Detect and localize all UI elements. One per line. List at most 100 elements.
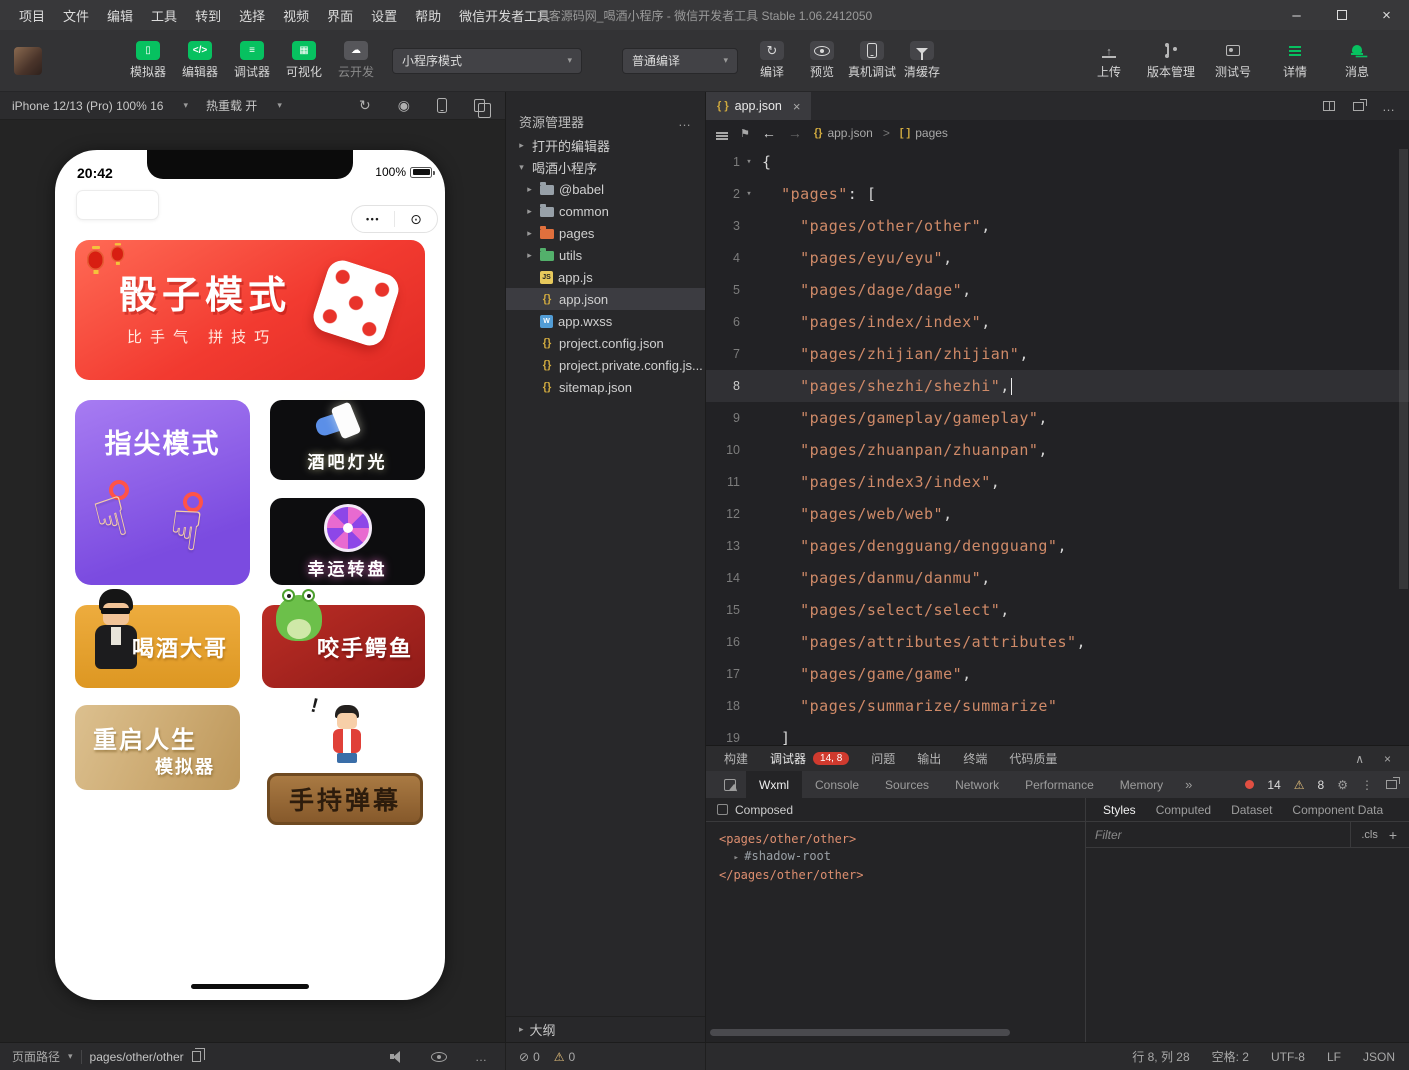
bookmark-icon[interactable]: ⚑	[740, 127, 750, 140]
eye-icon[interactable]	[431, 1052, 447, 1062]
status-item[interactable]: LF	[1327, 1050, 1341, 1064]
tree-item-common[interactable]: ▸common	[506, 200, 705, 222]
tree-item-project.config.json[interactable]: {}project.config.json	[506, 332, 705, 354]
toolbar-button-visual[interactable]: ▦可视化	[282, 41, 326, 80]
panel-tab-调试器[interactable]: 调试器14, 8	[770, 750, 849, 767]
forward-arrow-icon[interactable]: →	[788, 125, 802, 141]
code-line[interactable]: 9 "pages/gameplay/gameplay",	[706, 402, 1409, 434]
toolbar-button-debugger[interactable]: ≡调试器	[230, 41, 274, 80]
toolbar-button-preview[interactable]: 预览	[800, 41, 844, 80]
minimize-button[interactable]: –	[1274, 0, 1319, 30]
compile-select[interactable]: 普通编译 ▾	[622, 48, 738, 74]
record-icon[interactable]: ◉	[398, 97, 410, 114]
warning-count[interactable]: 8	[1318, 778, 1325, 792]
menubar-item[interactable]: 转到	[186, 6, 230, 25]
hot-reload-toggle[interactable]: 热重载 开 ▾	[206, 97, 282, 114]
composed-checkbox[interactable]	[717, 804, 728, 815]
status-item[interactable]: UTF-8	[1271, 1050, 1305, 1064]
code-line[interactable]: 19 ]	[706, 722, 1409, 745]
menubar-item[interactable]: 界面	[318, 6, 362, 25]
toolbar-button-editor[interactable]: </>编辑器	[178, 41, 222, 80]
tile-drinking-bro[interactable]: 喝酒大哥	[75, 605, 240, 688]
status-item[interactable]: 空格: 2	[1212, 1048, 1249, 1065]
menubar-item[interactable]: 编辑	[98, 6, 142, 25]
menubar-item[interactable]: 文件	[54, 6, 98, 25]
project-section[interactable]: ▾ 喝酒小程序	[506, 156, 705, 178]
add-style-icon[interactable]: +	[1386, 827, 1400, 843]
outline-list-icon[interactable]	[716, 132, 728, 134]
devtools-tab-wxml[interactable]: Wxml	[746, 771, 802, 798]
wxml-node[interactable]: </pages/other/other>	[719, 867, 1085, 884]
toolbar-button-upload[interactable]: 上传	[1083, 42, 1135, 80]
code-line[interactable]: 10 "pages/zhuanpan/zhuanpan",	[706, 434, 1409, 466]
page-path-label[interactable]: 页面路径	[12, 1048, 60, 1065]
close-button[interactable]: ×	[1364, 0, 1409, 30]
toolbar-button-device-debug[interactable]: 真机调试	[850, 41, 894, 80]
styles-tab-computed[interactable]: Computed	[1147, 803, 1220, 817]
tile-dice-mode[interactable]: 骰子模式 比手气 拼技巧	[75, 240, 425, 380]
tile-lucky-wheel[interactable]: 幸运转盘	[270, 498, 425, 585]
devtools-tab-memory[interactable]: Memory	[1107, 771, 1176, 798]
styles-tab-component-data[interactable]: Component Data	[1283, 803, 1392, 817]
maximize-button[interactable]	[1319, 0, 1364, 30]
devtools-tab-performance[interactable]: Performance	[1012, 771, 1107, 798]
menubar-item[interactable]: 帮助	[406, 6, 450, 25]
tile-restart-life[interactable]: 重启人生 模拟器	[75, 705, 240, 790]
tree-item-app.json[interactable]: {}app.json	[506, 288, 705, 310]
tree-item-app.wxss[interactable]: Wapp.wxss	[506, 310, 705, 332]
copy-icon[interactable]	[192, 1051, 201, 1062]
menubar-item[interactable]: 设置	[362, 6, 406, 25]
overflow-tabs-icon[interactable]: »	[1176, 777, 1201, 792]
statusbar-problems[interactable]: ⊘ 0 ⚠ 0	[505, 1043, 706, 1070]
tree-item-utils[interactable]: ▸utils	[506, 244, 705, 266]
multi-device-icon[interactable]	[474, 99, 485, 112]
back-arrow-icon[interactable]: ←	[762, 125, 776, 141]
code-line[interactable]: 8 "pages/shezhi/shezhi",	[706, 370, 1409, 402]
open-editors-section[interactable]: ▸ 打开的编辑器	[506, 134, 705, 156]
open-layout-icon[interactable]	[1353, 102, 1364, 111]
panel-tab-终端[interactable]: 终端	[963, 750, 987, 767]
panel-tab-代码质量[interactable]: 代码质量	[1009, 750, 1057, 767]
code-line[interactable]: 6 "pages/index/index",	[706, 306, 1409, 338]
tab-close-icon[interactable]: ×	[793, 99, 801, 114]
code-line[interactable]: 11 "pages/index3/index",	[706, 466, 1409, 498]
code-line[interactable]: 16 "pages/attributes/attributes",	[706, 626, 1409, 658]
close-panel-icon[interactable]: ×	[1384, 752, 1391, 766]
undock-icon[interactable]	[1386, 780, 1397, 789]
tile-handheld-danmu[interactable]: ! 手持弹幕	[265, 695, 427, 827]
toolbar-button-simulator[interactable]: ▯模拟器	[126, 41, 170, 80]
capsule-menu-icon[interactable]: •••	[352, 214, 394, 224]
wxml-node[interactable]: ▸ #shadow-root	[719, 848, 1085, 867]
breadcrumb-item[interactable]: {}app.json	[814, 126, 873, 140]
toolbar-button-details[interactable]: 详情	[1269, 42, 1321, 80]
tile-crocodile[interactable]: 咬手鳄鱼	[262, 605, 425, 688]
kebab-menu-icon[interactable]: ⋮	[1361, 778, 1373, 792]
mode-select[interactable]: 小程序模式 ▾	[392, 48, 582, 74]
code-line[interactable]: 7 "pages/zhijian/zhijian",	[706, 338, 1409, 370]
device-frame-icon[interactable]	[437, 98, 447, 113]
code-editor[interactable]: 1▾{2▾ "pages": [3 "pages/other/other",4 …	[706, 146, 1409, 745]
toolbar-button-cloud[interactable]: ☁云开发	[334, 41, 378, 80]
toolbar-button-message[interactable]: 消息	[1331, 42, 1383, 80]
chevron-right-icon[interactable]: ▸	[733, 853, 744, 863]
fold-icon[interactable]: ▾	[740, 146, 758, 178]
status-item[interactable]: 行 8, 列 28	[1132, 1048, 1189, 1065]
breadcrumb-item[interactable]: [ ]pages	[900, 126, 948, 140]
devtools-tab-console[interactable]: Console	[802, 771, 872, 798]
collapse-panel-icon[interactable]: ∧	[1355, 752, 1364, 766]
inspect-element-icon[interactable]	[724, 779, 736, 791]
menubar-item[interactable]: 工具	[142, 6, 186, 25]
toolbar-button-clear-cache[interactable]: 清缓存	[900, 41, 944, 80]
toolbar-button-compile[interactable]: ↻编译	[750, 41, 794, 80]
capsule-home-icon[interactable]: ⊙	[395, 211, 437, 228]
tree-item-pages[interactable]: ▸pages	[506, 222, 705, 244]
tile-bar-light[interactable]: 酒吧灯光	[270, 400, 425, 480]
code-line[interactable]: 1▾{	[706, 146, 1409, 178]
menubar-item[interactable]: 视频	[274, 6, 318, 25]
speaker-icon[interactable]	[390, 1051, 403, 1063]
styles-tab-styles[interactable]: Styles	[1094, 803, 1145, 817]
more-actions-icon[interactable]: …	[678, 114, 692, 129]
rotate-icon[interactable]: ↻	[359, 97, 371, 114]
wxml-node[interactable]: <pages/other/other>	[719, 831, 1085, 848]
panel-tab-问题[interactable]: 问题	[871, 750, 895, 767]
